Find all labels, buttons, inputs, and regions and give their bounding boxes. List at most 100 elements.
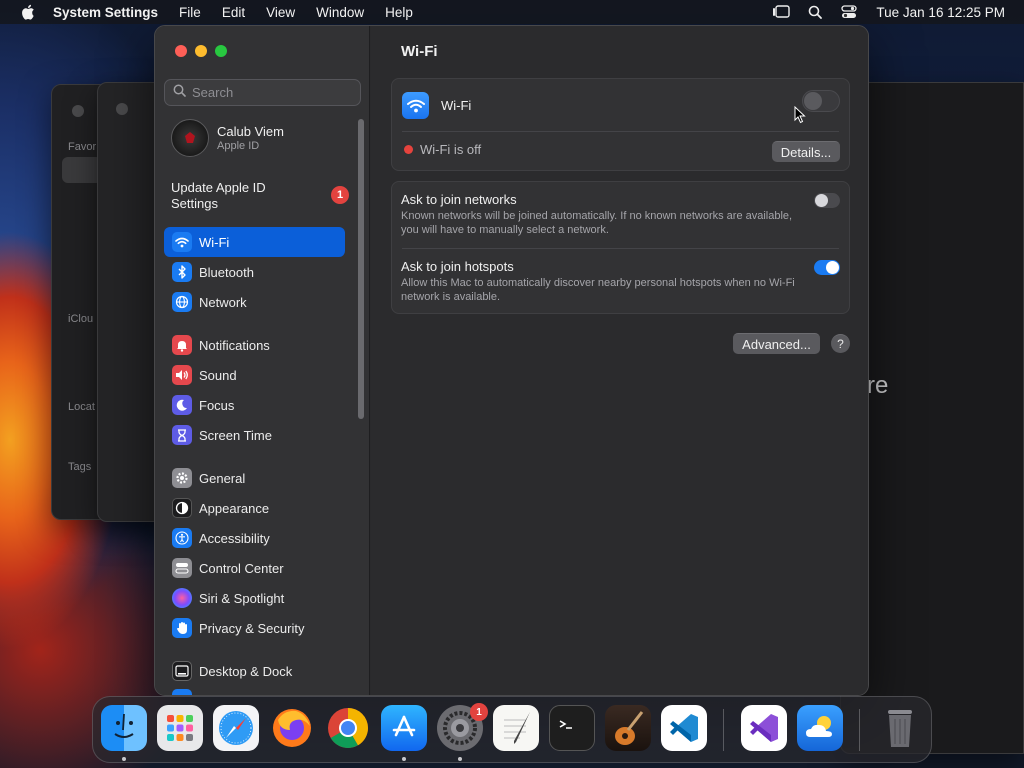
next-sidebar-item-partial-icon [172,689,192,695]
bg-sidebar-tags: Tags [68,461,92,473]
sidebar-item-label: Network [199,294,247,310]
zoom-window-button[interactable] [215,45,227,57]
hand-icon [172,618,192,638]
ask-join-hotspots-toggle[interactable] [814,260,840,275]
vscode-icon[interactable] [661,705,707,751]
moon-icon [172,395,192,415]
menu-clock[interactable]: Tue Jan 16 12:25 PM [876,5,1005,20]
sidebar-item-label: Focus [199,397,235,413]
update-apple-id-label: Update Apple ID Settings [171,180,266,211]
sidebar-item-label: Privacy & Security [199,620,305,636]
bg-sidebar-locations: Locat [68,401,95,413]
ask-join-hotspots-title: Ask to join hotspots [401,259,514,274]
details-button[interactable]: Details... [772,141,840,162]
sidebar-item-focus[interactable]: Focus [164,390,345,420]
help-button[interactable]: ? [831,334,850,353]
sidebar-item-desktop-dock[interactable]: Desktop & Dock [164,656,345,686]
wifi-toggle[interactable] [802,90,840,112]
sidebar-item-label: Bluetooth [199,264,254,280]
sidebar-item-appearance[interactable]: Appearance [164,493,345,523]
appearance-icon [172,498,192,518]
stage-manager-icon[interactable] [772,4,791,20]
divider [402,131,839,132]
bg-sidebar-icloud: iClou [68,313,94,325]
safari-icon[interactable] [213,705,259,751]
search-field[interactable] [164,79,361,106]
dock-running-indicator [122,757,126,761]
dock: 1 [92,696,932,763]
visual-studio-icon[interactable] [741,705,787,751]
accessibility-icon [172,528,192,548]
dock-running-indicator [402,757,406,761]
bg-selected-row [62,157,102,183]
sidebar-item-bluetooth[interactable]: Bluetooth [164,257,345,287]
firefox-icon[interactable] [269,705,315,751]
trash-icon[interactable] [877,705,923,751]
bell-icon [172,335,192,355]
siri-icon [172,588,192,608]
minimize-window-button[interactable] [195,45,207,57]
menu-window[interactable]: Window [316,5,364,20]
sidebar-item-screen-time[interactable]: Screen Time [164,420,345,450]
app-store-icon[interactable] [381,705,427,751]
apple-id-profile[interactable]: Calub Viem Apple ID [171,119,284,157]
garageband-icon[interactable] [605,705,651,751]
sidebar-item-general[interactable]: General [164,463,345,493]
menu-app-name[interactable]: System Settings [53,5,158,20]
gear-icon [172,468,192,488]
sidebar-item-privacy-security[interactable]: Privacy & Security [164,613,345,643]
menu-help[interactable]: Help [385,5,413,20]
sidebar-item-network[interactable]: Network [164,287,345,317]
menu-edit[interactable]: Edit [222,5,245,20]
sidebar-item-siri-spotlight[interactable]: Siri & Spotlight [164,583,345,613]
profile-name: Calub Viem [217,124,284,139]
sidebar-item-sound[interactable]: Sound [164,360,345,390]
bg-window-close [72,105,84,117]
update-apple-id-item[interactable]: Update Apple ID Settings 1 [171,180,351,212]
sidebar-item-label: Notifications [199,337,270,353]
sidebar-item-control-center[interactable]: Control Center [164,553,345,583]
bg-window2-close [116,103,128,115]
dock-running-indicator [458,757,462,761]
sidebar-item-label: Desktop & Dock [199,663,293,679]
wifi-icon [172,232,192,252]
ask-join-hotspots-description: Allow this Mac to automatically discover… [401,277,795,303]
menu-file[interactable]: File [179,5,201,20]
weather-icon[interactable] [797,705,843,751]
wifi-icon [402,92,429,119]
sidebar-item-label: Wi-Fi [199,234,230,250]
sidebar-scrollbar[interactable] [358,119,364,419]
ask-join-networks-title: Ask to join networks [401,192,517,207]
sidebar-item-accessibility[interactable]: Accessibility [164,523,345,553]
wifi-label: Wi-Fi [441,98,472,113]
menu-view[interactable]: View [266,5,295,20]
close-window-button[interactable] [175,45,187,57]
control-center-icon[interactable] [840,4,858,20]
mouse-cursor-icon [794,105,806,129]
sidebar-item-label: Control Center [199,560,284,576]
dock-icon [172,661,192,681]
spotlight-search-icon[interactable] [806,4,824,20]
chrome-icon[interactable] [325,705,371,751]
search-input[interactable] [192,85,352,100]
ask-join-networks-toggle[interactable] [814,193,840,208]
launchpad-icon[interactable] [157,705,203,751]
divider [402,248,839,249]
window-controls [175,45,227,57]
avatar [171,119,209,157]
bluetooth-icon [172,262,192,282]
sidebar-item-notifications[interactable]: Notifications [164,330,345,360]
apple-menu-icon[interactable] [18,0,38,24]
advanced-button[interactable]: Advanced... [733,333,820,354]
hourglass-icon [172,425,192,445]
bg-sidebar-favorites: Favor [68,141,97,153]
background-partial-text: re [867,372,889,399]
sidebar-item-label: General [199,470,246,486]
textedit-icon[interactable] [493,705,539,751]
wifi-status-dot [404,145,413,154]
terminal-icon[interactable] [549,705,595,751]
sidebar-item-label: Sound [199,367,237,383]
speaker-icon [172,365,192,385]
finder-icon[interactable] [101,705,147,751]
sidebar-item-wifi[interactable]: Wi-Fi [164,227,345,257]
